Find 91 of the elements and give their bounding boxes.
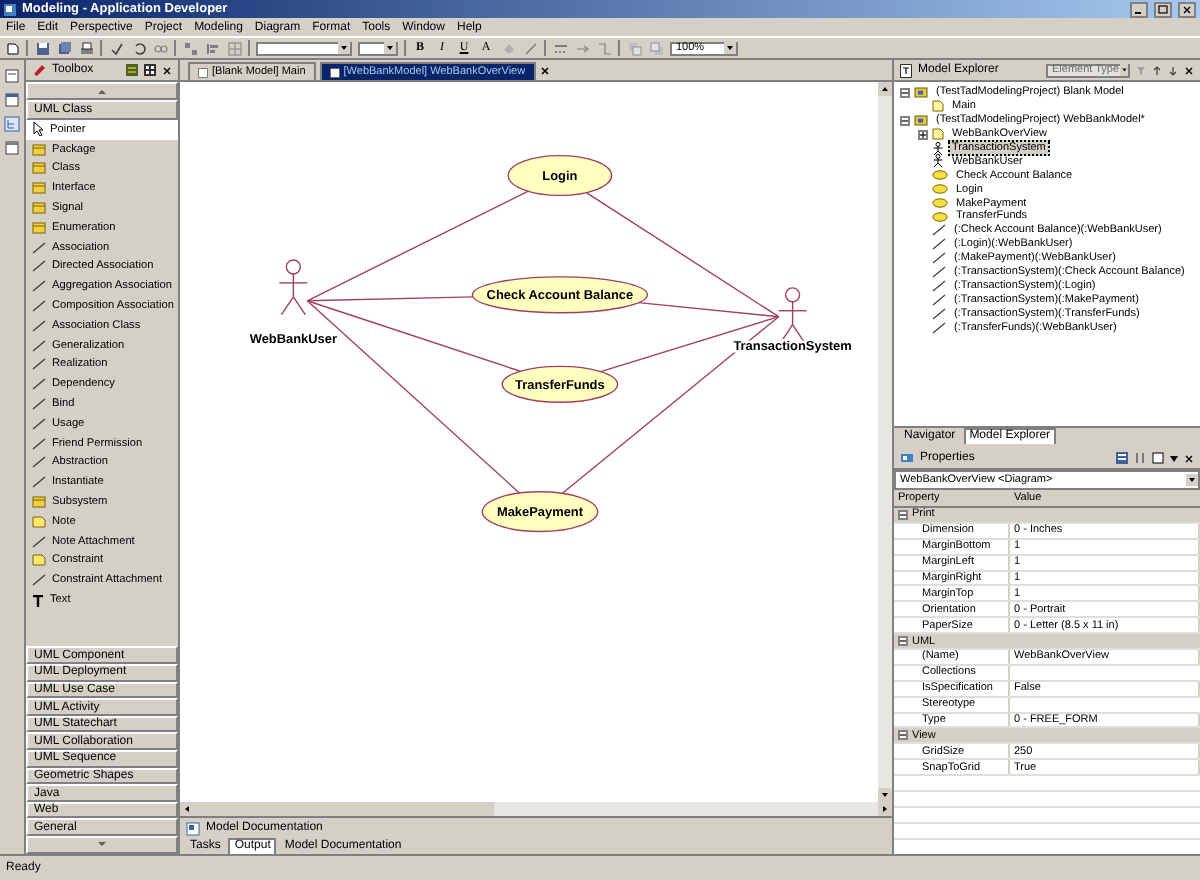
connector-line-icon <box>32 241 46 254</box>
caret-down-icon <box>98 842 106 848</box>
tree-view-icon[interactable] <box>4 116 20 132</box>
connector-line-icon <box>32 358 46 371</box>
connector-line-icon <box>32 535 46 548</box>
scroll-down-icon[interactable] <box>878 788 892 802</box>
caret-up-icon <box>98 88 106 94</box>
model-icon <box>914 114 928 127</box>
minimize-icon[interactable] <box>1130 1 1148 17</box>
layout-icon[interactable] <box>182 40 198 56</box>
element-icon <box>32 202 46 215</box>
panel-icon[interactable] <box>4 68 20 84</box>
explorer-icon <box>900 63 912 77</box>
line-style-icon[interactable] <box>552 40 568 56</box>
collapse-icon[interactable] <box>900 115 910 126</box>
connector-line-icon <box>32 260 46 273</box>
scrollbar-thumb[interactable] <box>194 802 494 816</box>
close-icon[interactable] <box>1184 65 1194 75</box>
size-combo[interactable] <box>358 41 398 55</box>
connector-line-icon <box>32 574 46 587</box>
diagram-icon <box>329 67 340 77</box>
element-icon <box>32 162 46 175</box>
undo-icon[interactable] <box>130 40 146 56</box>
properties-icon <box>900 452 914 464</box>
font-combo[interactable] <box>256 41 352 55</box>
check-icon[interactable] <box>108 40 124 56</box>
note-icon <box>32 554 46 567</box>
connector-line-icon <box>32 476 46 489</box>
pointer-icon <box>32 122 44 137</box>
vertical-scrollbar[interactable] <box>878 82 892 802</box>
diagram-icon <box>198 67 208 77</box>
collapse-icon[interactable] <box>898 636 908 647</box>
horizontal-scrollbar[interactable] <box>180 802 892 816</box>
connector-line-icon <box>32 417 46 430</box>
caret-down-icon[interactable] <box>1170 455 1178 461</box>
connector-line-icon <box>32 319 46 332</box>
collapse-icon[interactable] <box>898 730 908 741</box>
connector-line-icon <box>32 456 46 469</box>
diagram-icon <box>932 128 944 141</box>
toolbox-icon <box>32 64 46 76</box>
actor-figure <box>278 259 308 316</box>
documentation-icon <box>186 821 200 835</box>
icon-view-icon[interactable] <box>144 64 156 76</box>
text-tool-icon <box>32 593 44 608</box>
element-icon <box>32 182 46 195</box>
scroll-up-button[interactable] <box>26 82 178 100</box>
dropdown-arrow-icon[interactable] <box>338 42 350 54</box>
element-icon <box>32 496 46 509</box>
app-icon <box>4 3 16 15</box>
sort-icon[interactable] <box>1134 452 1146 464</box>
scroll-down-button[interactable] <box>26 836 178 854</box>
diagram-icon <box>932 100 944 113</box>
scroll-left-icon[interactable] <box>180 802 194 816</box>
window-icon[interactable] <box>1152 452 1164 464</box>
connector-line-icon <box>32 378 46 391</box>
element-icon <box>32 143 46 156</box>
fill-color-icon[interactable] <box>500 40 516 56</box>
connector-line-icon <box>32 339 46 352</box>
connector-line-icon <box>32 300 46 313</box>
element-icon <box>32 221 46 234</box>
line-color-icon[interactable] <box>522 40 538 56</box>
connector-line-icon <box>32 437 46 450</box>
close-icon[interactable] <box>539 66 550 76</box>
collapse-icon[interactable] <box>900 87 910 98</box>
dropdown-arrow-icon[interactable] <box>384 42 396 54</box>
arrow-down-icon[interactable] <box>1168 65 1178 75</box>
dropdown-arrow-icon[interactable] <box>724 42 736 54</box>
connector-line-icon <box>32 280 46 293</box>
scroll-right-icon[interactable] <box>878 802 892 816</box>
close-icon[interactable] <box>1184 453 1194 463</box>
window-icon[interactable] <box>4 92 20 108</box>
align-icon[interactable] <box>204 40 220 56</box>
close-icon[interactable] <box>1178 1 1196 17</box>
close-icon[interactable] <box>162 65 172 75</box>
save-icon[interactable] <box>34 40 50 56</box>
collapse-icon[interactable] <box>898 509 908 520</box>
categorized-icon[interactable] <box>1116 452 1128 464</box>
link-icon[interactable] <box>152 40 168 56</box>
arrow-up-icon[interactable] <box>1152 65 1162 75</box>
maximize-icon[interactable] <box>1154 1 1172 17</box>
dropdown-arrow-icon[interactable] <box>1186 474 1198 486</box>
note-icon <box>32 515 46 528</box>
scroll-up-icon[interactable] <box>878 82 892 96</box>
save-all-icon[interactable] <box>56 40 72 56</box>
print-icon[interactable] <box>78 40 94 56</box>
model-icon <box>914 86 928 99</box>
actor-figure <box>777 287 808 344</box>
connector-line-icon <box>32 398 46 411</box>
new-icon[interactable] <box>4 40 20 56</box>
list-view-icon[interactable] <box>126 64 138 76</box>
expand-icon[interactable] <box>918 129 928 140</box>
